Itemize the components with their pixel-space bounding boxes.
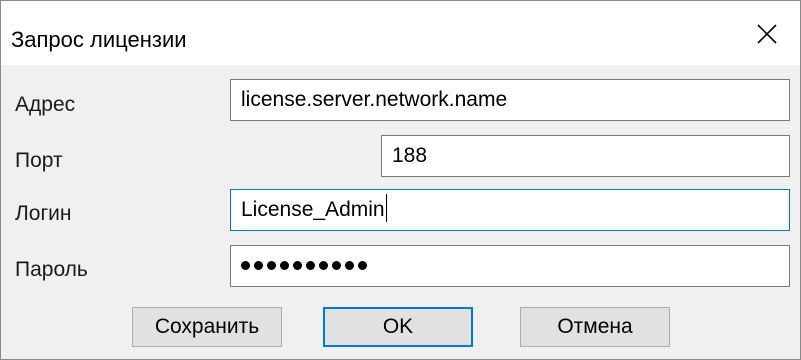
address-field[interactable]: license.server.network.name bbox=[230, 79, 790, 121]
password-dot bbox=[267, 260, 276, 270]
login-label: Логин bbox=[15, 202, 72, 225]
login-field[interactable]: License_Admin bbox=[230, 189, 790, 231]
password-dot bbox=[306, 260, 315, 270]
text-caret bbox=[385, 194, 387, 223]
save-button[interactable]: Сохранить bbox=[132, 307, 282, 347]
password-label: Пароль bbox=[15, 258, 88, 281]
password-dot bbox=[241, 260, 250, 270]
port-label: Порт bbox=[15, 149, 63, 172]
port-field[interactable]: 188 bbox=[381, 135, 790, 177]
password-dot bbox=[358, 260, 367, 270]
password-dot bbox=[345, 260, 354, 270]
dialog-title: Запрос лицензии bbox=[11, 27, 187, 52]
password-dot bbox=[319, 260, 328, 270]
close-button[interactable] bbox=[736, 1, 800, 65]
password-mask bbox=[241, 254, 371, 277]
ok-button[interactable]: OK bbox=[323, 307, 473, 347]
address-label: Адрес bbox=[15, 93, 76, 116]
login-value: License_Admin bbox=[241, 198, 385, 221]
password-dot bbox=[332, 260, 341, 270]
license-request-dialog: Запрос лицензии Адрес license.server.net… bbox=[0, 0, 801, 360]
password-dot bbox=[280, 260, 289, 270]
password-dot bbox=[293, 260, 302, 270]
password-field[interactable] bbox=[230, 245, 790, 287]
close-icon bbox=[757, 24, 777, 44]
title-bar: Запрос лицензии bbox=[1, 1, 800, 65]
cancel-button[interactable]: Отмена bbox=[520, 307, 670, 347]
password-dot bbox=[254, 260, 263, 270]
